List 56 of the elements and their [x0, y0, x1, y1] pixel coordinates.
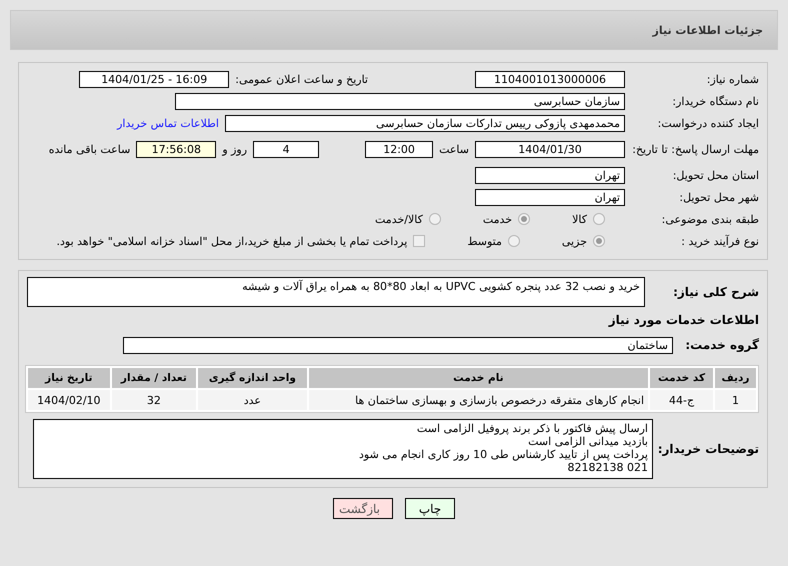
back-button[interactable]: بازگشت: [333, 498, 393, 519]
column-header: کد خدمت: [650, 368, 713, 388]
table-cell: عدد: [198, 390, 307, 410]
field-label: طبقه بندی موضوعی:: [660, 212, 759, 226]
field-label: ساعت: [439, 142, 469, 156]
countdown-field: 17:56:08: [136, 140, 216, 158]
table-cell: 1404/02/10: [28, 390, 110, 410]
radio-button[interactable]: [593, 213, 605, 225]
field-label: مهلت ارسال پاسخ: تا تاریخ:: [631, 142, 759, 156]
text-field[interactable]: تهران: [475, 166, 625, 184]
radio-button[interactable]: [593, 235, 605, 247]
checkbox[interactable]: [413, 235, 426, 247]
table-cell: 32: [112, 390, 196, 410]
column-header: ردیف: [714, 368, 756, 388]
time-field[interactable]: 12:00: [365, 140, 434, 158]
field-label: ایجاد کننده درخواست:: [656, 116, 759, 130]
table-cell: ج-44: [650, 390, 713, 410]
radio-label: کالا: [572, 212, 587, 226]
field-label: استان محل تحویل:: [672, 168, 759, 182]
text-field[interactable]: 1404/01/25 - 16:09: [79, 70, 230, 88]
field-label: گروه خدمت:: [684, 338, 759, 352]
field-label: تاریخ و ساعت اعلان عمومی:: [235, 72, 368, 86]
description-field[interactable]: خرید و نصب 32 عدد پنجره کشویی UPVC به ابعاد 80*80 به همراه یراق آلات و شیشه: [27, 277, 645, 307]
text-field[interactable]: سازمان حسابرسی: [175, 92, 625, 110]
checkbox-label: پرداخت تمام یا بخشی از مبلغ خرید،از محل "اسناد خزانه اسلامی" خواهد بود.: [56, 234, 408, 248]
field-label: روز و: [222, 142, 248, 156]
field-label: نام دستگاه خریدار:: [671, 94, 759, 108]
field-label: ساعت باقی مانده: [48, 142, 130, 156]
column-header: واحد اندازه گیری: [198, 368, 307, 388]
column-header: تعداد / مقدار: [112, 368, 196, 388]
field-label: نوع فرآیند خرید :: [680, 234, 759, 248]
field-label: شهر محل تحویل:: [678, 190, 759, 204]
radio-label: جزیی: [562, 234, 587, 248]
radio-button[interactable]: [428, 213, 441, 225]
field-label: توضیحات خریدار:: [659, 442, 759, 456]
column-header: نام خدمت: [308, 368, 648, 388]
text-field[interactable]: محمدمهدی پازوکی رییس تدارکات سازمان حسابرسی: [225, 114, 625, 132]
section-title: اطلاعات خدمات مورد نیاز: [607, 313, 759, 327]
table-cell: 1: [714, 390, 756, 410]
radio-label: متوسط: [467, 234, 502, 248]
field-label: شماره نیاز:: [706, 72, 759, 86]
radio-label: خدمت: [482, 212, 512, 226]
contact-link[interactable]: اطلاعات تماس خریدار: [117, 116, 219, 130]
days-field: 4: [253, 140, 320, 158]
print-button[interactable]: چاپ: [405, 498, 455, 519]
column-header: تاریخ نیاز: [28, 368, 110, 388]
radio-button[interactable]: [518, 213, 530, 225]
text-field[interactable]: ساختمان: [123, 336, 673, 354]
radio-label: کالا/خدمت: [375, 212, 423, 226]
text-field[interactable]: تهران: [475, 188, 625, 206]
radio-button[interactable]: [508, 235, 520, 247]
page-title: جزئیات اطلاعات نیاز: [652, 24, 763, 36]
text-field[interactable]: 1104001013000006: [475, 70, 625, 88]
table-cell: انجام کارهای متفرقه درخصوص بازسازی و بهسازی ساختمان ها: [308, 390, 648, 410]
field-label: شرح کلی نیاز:: [672, 285, 759, 299]
date-field[interactable]: 1404/01/30: [475, 140, 625, 158]
